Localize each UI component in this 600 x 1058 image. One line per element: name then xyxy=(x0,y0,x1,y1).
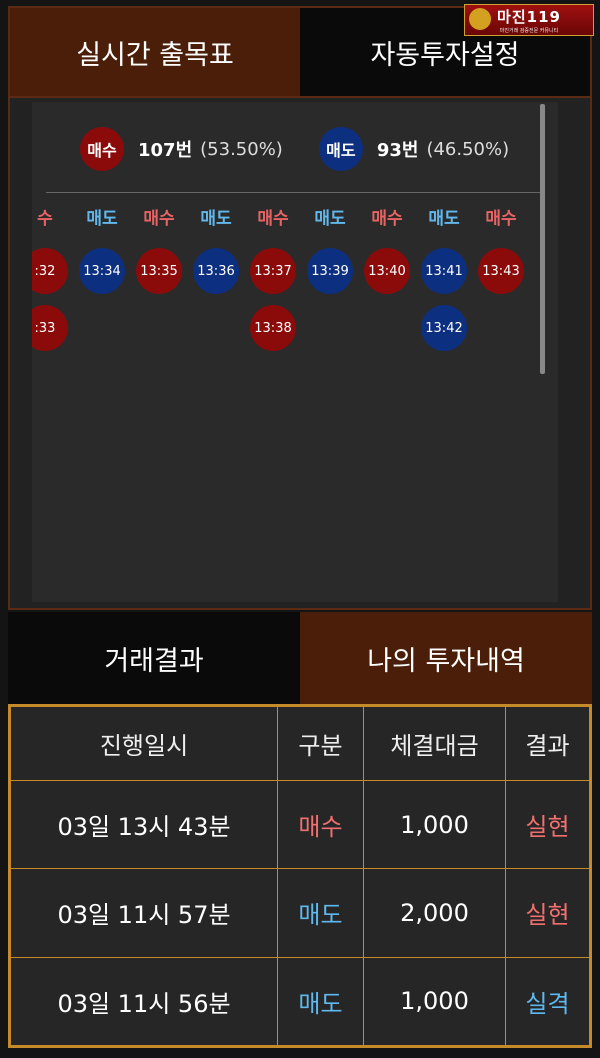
column-header-buy: 매수 xyxy=(257,209,289,229)
row-amount: 1,000 xyxy=(363,956,506,1047)
scrollbar[interactable] xyxy=(540,104,545,374)
column-header-buy: 매수 xyxy=(371,209,403,229)
history-table: 진행일시 구분 체결대금 결과 03일 13시 43분 매수 1,000 실현 … xyxy=(8,704,592,1048)
result-bubble-buy: 13:43 xyxy=(478,248,524,294)
logo-subtext: 마진거래 검증전문 커뮤니티 xyxy=(499,28,559,34)
result-bubble-buy: :33 xyxy=(32,305,68,351)
tab-live-chart-label: 실시간 출목표 xyxy=(76,39,234,71)
header-type: 구분 xyxy=(277,706,364,781)
tab-trade-results-label: 거래결과 xyxy=(104,645,204,677)
bottom-tab-bar: 거래결과 나의 투자내역 xyxy=(8,612,592,704)
header-result: 결과 xyxy=(505,706,590,781)
logo-emblem-icon xyxy=(469,8,491,30)
stats-row: 매수 107번 (53.50%) 매도 93번 (46.50%) xyxy=(32,126,558,172)
column-header-sell: 매도 xyxy=(86,209,118,229)
buy-percent: (53.50%) xyxy=(200,138,283,160)
tab-my-history[interactable]: 나의 투자내역 xyxy=(300,612,592,704)
header-date: 진행일시 xyxy=(10,706,278,781)
logo-text: 마진119 xyxy=(497,8,561,26)
result-bubble-sell: 13:39 xyxy=(307,248,353,294)
divider xyxy=(46,192,544,193)
sell-badge: 매도 xyxy=(318,127,363,171)
result-bubble-sell: 13:42 xyxy=(421,305,467,351)
result-bubble-sell: 13:36 xyxy=(193,248,239,294)
row-result: 실현 xyxy=(505,779,590,870)
row-result: 실격 xyxy=(505,956,590,1047)
row-date: 03일 11시 56분 xyxy=(10,956,278,1047)
sell-percent: (46.50%) xyxy=(426,138,510,160)
table-row: 03일 13시 43분 매수 1,000 실현 xyxy=(10,779,590,870)
row-result: 실현 xyxy=(505,868,590,958)
tab-live-chart[interactable]: 실시간 출목표 xyxy=(10,8,300,96)
result-bubble-buy: 13:37 xyxy=(250,248,296,294)
column-header-sell: 매도 xyxy=(428,209,460,229)
tab-auto-settings-label: 자동투자설정 xyxy=(370,39,520,71)
result-bubble-buy: :32 xyxy=(32,248,68,294)
row-type: 매수 xyxy=(277,779,364,870)
column-header-buy: 매수 xyxy=(143,209,175,229)
buy-count: 107번 xyxy=(138,140,193,161)
table-header-row: 진행일시 구분 체결대금 결과 xyxy=(10,706,590,781)
result-bubble-buy: 13:38 xyxy=(250,305,296,351)
tab-trade-results[interactable]: 거래결과 xyxy=(8,612,300,704)
app-frame: 실시간 출목표 자동투자설정 마진119 마진거래 검증전문 커뮤니티 매수 1… xyxy=(0,0,600,1058)
tab-my-history-label: 나의 투자내역 xyxy=(367,645,525,677)
row-amount: 1,000 xyxy=(363,779,506,870)
column-header-buy: 수 xyxy=(37,209,53,229)
table-row: 03일 11시 56분 매도 1,000 실격 xyxy=(10,956,590,1047)
row-type: 매도 xyxy=(277,868,364,958)
row-date: 03일 11시 57분 xyxy=(10,868,278,958)
row-type: 매도 xyxy=(277,956,364,1047)
buy-badge: 매수 xyxy=(80,127,124,171)
chart-panel: 매수 107번 (53.50%) 매도 93번 (46.50%) 수 :32 :33… xyxy=(8,98,592,610)
row-amount: 2,000 xyxy=(363,868,506,958)
header-amount: 체결대금 xyxy=(363,706,506,781)
sell-count: 93번 xyxy=(376,140,419,161)
result-bubble-buy: 13:35 xyxy=(136,248,182,294)
column-header-sell: 매도 xyxy=(200,209,232,229)
site-logo: 마진119 마진거래 검증전문 커뮤니티 xyxy=(464,4,594,36)
result-bubble-buy: 13:40 xyxy=(364,248,410,294)
result-bubble-sell: 13:41 xyxy=(421,248,467,294)
result-bubble-sell: 13:34 xyxy=(79,248,125,294)
chart-inner: 매수 107번 (53.50%) 매도 93번 (46.50%) 수 :32 :33… xyxy=(32,102,558,602)
column-header-buy: 매수 xyxy=(485,209,517,229)
column-header-sell: 매도 xyxy=(314,209,346,229)
table-row: 03일 11시 57분 매도 2,000 실현 xyxy=(10,868,590,958)
row-date: 03일 13시 43분 xyxy=(10,779,278,870)
